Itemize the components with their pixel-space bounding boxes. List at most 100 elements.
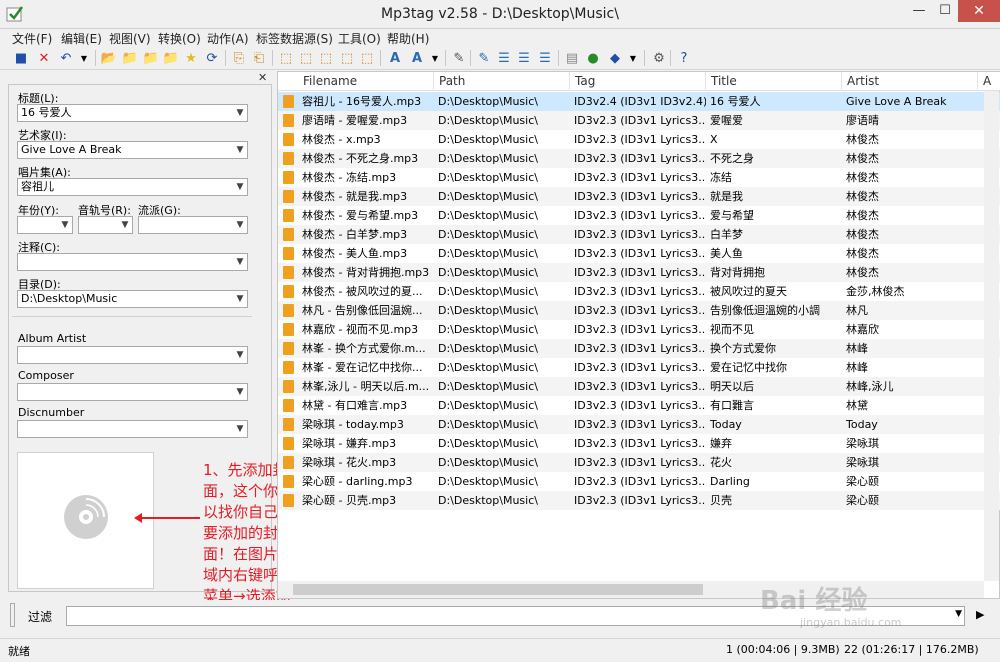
file-list-horizontal-scrollbar[interactable] — [278, 581, 984, 598]
maximize-button[interactable]: ☐ — [932, 0, 958, 22]
open-folder-icon[interactable]: 📁 — [142, 49, 160, 67]
tag-to-filename-icon[interactable]: ⬚ — [277, 49, 295, 67]
tag-to-tag-icon[interactable]: ⬚ — [338, 49, 356, 67]
settings-icon[interactable]: ⚙ — [650, 49, 668, 67]
menu-tools[interactable]: 工具(O) — [338, 30, 381, 47]
file-row[interactable]: 梁咏琪 - today.mp3 D:\Desktop\Music\ ID3v2.3 … — [278, 415, 1000, 434]
file-row[interactable]: 容祖儿 - 16号爱人.mp3 D:\Desktop\Music\ ID3v2.4 … — [278, 92, 1000, 111]
undo-dropdown-icon[interactable]: ▼ — [75, 49, 93, 67]
case-conversion-icon[interactable]: A — [386, 49, 404, 67]
file-row[interactable]: 林俊杰 - 白羊梦.mp3 D:\Desktop\Music\ ID3v2.3 (I… — [278, 225, 1000, 244]
horizontal-scroll-thumb[interactable] — [293, 584, 703, 595]
actions-dropdown-icon[interactable]: ▼ — [426, 49, 444, 67]
reload-folder-icon[interactable]: 📁 — [162, 49, 180, 67]
cell-artist: Give Love A Break — [846, 95, 947, 108]
sources-dropdown-icon[interactable]: ▼ — [624, 49, 642, 67]
cell-path: D:\Desktop\Music\ — [438, 114, 538, 127]
chevron-down-icon: ▼ — [236, 257, 244, 267]
file-row[interactable]: 林凡 - 告别像低回温婉... D:\Desktop\Music\ ID3v2.3 … — [278, 301, 1000, 320]
freedb-icon[interactable]: ▤ — [563, 49, 581, 67]
year-field[interactable]: ▼ — [17, 216, 73, 234]
cell-artist: 梁心颐 — [846, 475, 879, 488]
mp3-file-icon — [283, 418, 294, 431]
album-artist-field[interactable]: ▼ — [17, 346, 248, 364]
change-directory-icon[interactable]: 📂 — [100, 49, 118, 67]
file-row[interactable]: 林黛 - 有口难言.mp3 D:\Desktop\Music\ ID3v2.3 (I… — [278, 396, 1000, 415]
delete-icon[interactable]: ✕ — [35, 49, 53, 67]
composer-field[interactable]: ▼ — [17, 383, 248, 401]
status-total: 22 (01:26:17 | 176.2MB) — [844, 643, 979, 656]
track-field[interactable]: ▼ — [78, 216, 133, 234]
file-row[interactable]: 林峯 - 爱在记忆中找你... D:\Desktop\Music\ ID3v2.3 … — [278, 358, 1000, 377]
file-row[interactable]: 林俊杰 - 美人鱼.mp3 D:\Desktop\Music\ ID3v2.3 (I… — [278, 244, 1000, 263]
column-artist[interactable]: Artist — [842, 72, 978, 91]
column-tag[interactable]: Tag — [570, 72, 706, 91]
file-row[interactable]: 林峯 - 换个方式爱你.m... D:\Desktop\Music\ ID3v2.3… — [278, 339, 1000, 358]
column-filename[interactable]: Filename — [298, 72, 434, 91]
file-row[interactable]: 梁咏琪 - 花火.mp3 D:\Desktop\Music\ ID3v2.3 (ID… — [278, 453, 1000, 472]
album-field[interactable]: 容祖儿 ▼ — [17, 178, 248, 196]
discnumber-field[interactable]: ▼ — [17, 420, 248, 438]
autonumber-icon[interactable]: ⬚ — [358, 49, 376, 67]
column-album[interactable]: A — [978, 72, 1000, 91]
menu-view[interactable]: 视图(V) — [109, 30, 151, 47]
amazon-icon[interactable]: ● — [584, 49, 602, 67]
edit-icon[interactable]: ✎ — [450, 49, 468, 67]
chevron-down-icon: ▼ — [236, 424, 244, 434]
file-list[interactable]: Filename Path Tag Title Artist A 容祖儿 - 1… — [277, 71, 1000, 599]
title-field[interactable]: 16 号爱人 ▼ — [17, 104, 248, 122]
file-row[interactable]: 林俊杰 - x.mp3 D:\Desktop\Music\ ID3v2.3 (ID3… — [278, 130, 1000, 149]
file-row[interactable]: 林峯,泳儿 - 明天以后.m... D:\Desktop\Music\ ID3v2.… — [278, 377, 1000, 396]
file-list-vertical-scrollbar[interactable] — [984, 91, 999, 581]
file-row[interactable]: 梁咏琪 - 嫌弃.mp3 D:\Desktop\Music\ ID3v2.3 (ID… — [278, 434, 1000, 453]
file-row[interactable]: 梁心颐 - 贝壳.mp3 D:\Desktop\Music\ ID3v2.3 (ID… — [278, 491, 1000, 510]
refresh-icon[interactable]: ⟳ — [203, 49, 221, 67]
replace-icon[interactable]: A — [408, 49, 426, 67]
menu-edit[interactable]: 编辑(E) — [61, 30, 102, 47]
favorites-icon[interactable]: ★ — [182, 49, 200, 67]
file-row[interactable]: 林俊杰 - 就是我.mp3 D:\Desktop\Music\ ID3v2.3 (I… — [278, 187, 1000, 206]
help-icon[interactable]: ? — [675, 49, 693, 67]
file-row[interactable]: 林俊杰 - 背对背拥抱.mp3 D:\Desktop\Music\ ID3v2.3 … — [278, 263, 1000, 282]
file-row[interactable]: 林俊杰 - 不死之身.mp3 D:\Desktop\Music\ ID3v2.3 (… — [278, 149, 1000, 168]
artist-field[interactable]: Give Love A Break ▼ — [17, 141, 248, 159]
column-path[interactable]: Path — [434, 72, 570, 91]
menu-help[interactable]: 帮助(H) — [387, 30, 429, 47]
cell-filename: 林峯 - 爱在记忆中找你... — [302, 361, 423, 374]
close-button[interactable]: ✕ — [958, 0, 1000, 22]
column-title[interactable]: Title — [706, 72, 842, 91]
copy-tag-icon[interactable]: ⎘ — [230, 49, 248, 67]
text-file-to-tag-icon[interactable]: ⬚ — [317, 49, 335, 67]
genre-field[interactable]: ▼ — [138, 216, 248, 234]
file-row[interactable]: 林俊杰 - 爱与希望.mp3 D:\Desktop\Music\ ID3v2.3 (… — [278, 206, 1000, 225]
directory-field[interactable]: D:\Desktop\Music ▼ — [17, 290, 248, 308]
menu-convert[interactable]: 转换(O) — [158, 30, 201, 47]
file-row[interactable]: 廖语晴 - 爱喔爱.mp3 D:\Desktop\Music\ ID3v2.3 (I… — [278, 111, 1000, 130]
menu-file[interactable]: 文件(F) — [12, 30, 52, 47]
panel-close-icon[interactable]: ✕ — [258, 71, 267, 84]
web-sources-icon[interactable]: ◆ — [606, 49, 624, 67]
comment-field[interactable]: ▼ — [17, 253, 248, 271]
file-row[interactable]: 林嘉欣 - 视而不见.mp3 D:\Desktop\Music\ ID3v2.3 (… — [278, 320, 1000, 339]
file-row[interactable]: 梁心颐 - darling.mp3 D:\Desktop\Music\ ID3v2.… — [278, 472, 1000, 491]
add-directory-icon[interactable]: 📁 — [121, 49, 139, 67]
cell-path: D:\Desktop\Music\ — [438, 437, 538, 450]
file-row[interactable]: 林俊杰 - 冻结.mp3 D:\Desktop\Music\ ID3v2.3 (ID… — [278, 168, 1000, 187]
export-icon[interactable]: ✎ — [475, 49, 493, 67]
panel-divider — [12, 316, 252, 317]
menu-actions[interactable]: 动作(A) — [207, 30, 249, 47]
filter-options-icon[interactable]: ▶ — [976, 608, 984, 621]
save-icon[interactable]: ■ — [12, 49, 30, 67]
menu-tag-sources[interactable]: 标签数据源(S) — [256, 30, 333, 47]
cell-title: 花火 — [710, 456, 732, 469]
filename-to-tag-icon[interactable]: ⬚ — [297, 49, 315, 67]
file-row[interactable]: 林俊杰 - 被风吹过的夏... D:\Desktop\Music\ ID3v2.3 … — [278, 282, 1000, 301]
list-icon[interactable]: ☰ — [515, 49, 533, 67]
paste-tag-icon[interactable]: ⎗ — [250, 49, 268, 67]
numbered-list-icon[interactable]: ☰ — [536, 49, 554, 67]
mp3-file-icon — [283, 380, 294, 393]
playlist-icon[interactable]: ☰ — [495, 49, 513, 67]
cell-title: 背对背拥抱 — [710, 266, 765, 279]
undo-icon[interactable]: ↶ — [57, 49, 75, 67]
minimize-button[interactable]: — — [906, 0, 932, 22]
